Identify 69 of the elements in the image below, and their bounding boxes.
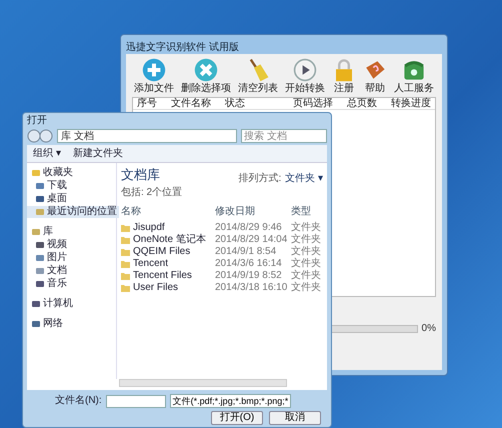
back-forward-icon[interactable] xyxy=(27,129,53,143)
table-cell-text: 文件夹 xyxy=(291,246,322,258)
column-header: 总页数 xyxy=(347,98,377,109)
filename-field[interactable] xyxy=(106,394,166,408)
file-name[interactable]: Tencent Files xyxy=(121,270,215,282)
breadcrumb-item[interactable]: 文档 xyxy=(74,128,94,144)
toolbar-button[interactable]: 注册 xyxy=(332,58,356,95)
toolbar-button[interactable]: 开始转换 xyxy=(285,58,325,95)
table-cell-text: 文件夹 xyxy=(291,270,322,282)
table-cell-text: 文件夹 xyxy=(291,282,322,294)
dialog-button[interactable]: 取消 xyxy=(269,411,321,425)
filename-label: 文件名(N): xyxy=(55,395,102,407)
arrange-dropdown[interactable]: 文件夹 ▾ xyxy=(285,171,323,186)
sidebar-group[interactable]: 网络 xyxy=(27,318,116,330)
play-icon xyxy=(293,58,317,82)
file-name[interactable]: Tencent xyxy=(121,258,215,270)
column-header: 页码选择 xyxy=(293,98,333,109)
sidebar-item[interactable]: 图片 xyxy=(27,252,69,264)
column-header[interactable]: 修改日期 xyxy=(215,206,291,218)
table-cell-text: 文件夹 xyxy=(291,234,322,246)
toolbar-button[interactable]: 帮助 xyxy=(363,58,387,95)
filter-dropdown[interactable]: 文件(*.pdf;*.jpg;*.bmp;*.png;* xyxy=(170,394,292,408)
column-header[interactable]: 类型 xyxy=(291,206,323,218)
sidebar-item[interactable]: 视频 xyxy=(27,239,69,251)
sidebar-item[interactable]: 音乐 xyxy=(27,278,69,290)
toolbar-button[interactable]: 组织 ▾ xyxy=(33,146,61,161)
progress-reading: 0% xyxy=(422,322,436,336)
file-name[interactable]: User Files xyxy=(121,282,215,294)
library-subtitle: 包括: 2个位置 xyxy=(121,186,182,200)
table-cell-text: 2014/3/6 16:14 xyxy=(215,258,283,270)
breadcrumb-item[interactable]: 库 xyxy=(61,128,71,144)
sidebar-group[interactable]: 库 xyxy=(27,226,116,238)
table-cell-text: 2014/3/18 16:10 xyxy=(215,282,288,294)
dialog-button[interactable]: 打开(O) xyxy=(211,411,263,425)
plus-icon xyxy=(142,58,166,82)
toolbar-button[interactable]: 新建文件夹 xyxy=(72,146,123,161)
table-cell-text: 2014/9/1 8:54 xyxy=(215,246,278,258)
file-name[interactable]: QQEIM Files xyxy=(121,246,215,258)
toolbar-button[interactable]: 人工服务 xyxy=(394,58,434,95)
table-cell-text: 2014/8/29 14:04 xyxy=(215,234,288,246)
column-header[interactable]: 名称 xyxy=(121,206,215,218)
dialog-title: 打开 xyxy=(27,114,47,128)
sidebar-item[interactable]: 下载 xyxy=(27,180,69,192)
toolbar-button[interactable]: 清空列表 xyxy=(238,58,278,95)
sidebar-group[interactable]: 收藏夹 xyxy=(27,167,116,179)
table-cell-text: 2014/9/19 8:52 xyxy=(215,270,283,282)
sidebar-item[interactable]: 最近访问的位置 xyxy=(27,206,119,218)
column-header: 文件名称 xyxy=(171,98,211,109)
sidebar-group[interactable]: 计算机 xyxy=(27,298,116,310)
table-cell-text: 文件夹 xyxy=(291,222,322,234)
cross-icon xyxy=(194,58,218,82)
file-name[interactable]: Jisupdf xyxy=(121,222,215,234)
sidebar-item[interactable]: 文档 xyxy=(27,265,69,277)
library-title: 文档库 xyxy=(121,166,161,184)
sidebar-item[interactable]: 桌面 xyxy=(27,193,69,205)
table-cell-text: 文件夹 xyxy=(291,258,322,270)
toolbar-button[interactable]: 添加文件 xyxy=(134,58,174,95)
scrollbar[interactable] xyxy=(119,379,287,387)
window-title: 迅捷文字识别软件 试用版 xyxy=(126,40,239,54)
toolbar-button[interactable]: 删除选择项 xyxy=(181,58,231,95)
search-field[interactable]: 搜索 文档 xyxy=(241,129,327,143)
table-cell-text: 2014/8/29 9:46 xyxy=(215,222,283,234)
phone-icon xyxy=(402,58,426,82)
column-header: 状态 xyxy=(225,98,245,109)
column-header: 转换进度 xyxy=(391,98,431,109)
arrange-label: 排列方式: xyxy=(238,172,282,186)
column-header: 序号 xyxy=(137,98,157,109)
address-bar[interactable]: 库 文档 xyxy=(57,129,237,143)
file-name[interactable]: OneNote 笔记本 xyxy=(121,234,215,246)
